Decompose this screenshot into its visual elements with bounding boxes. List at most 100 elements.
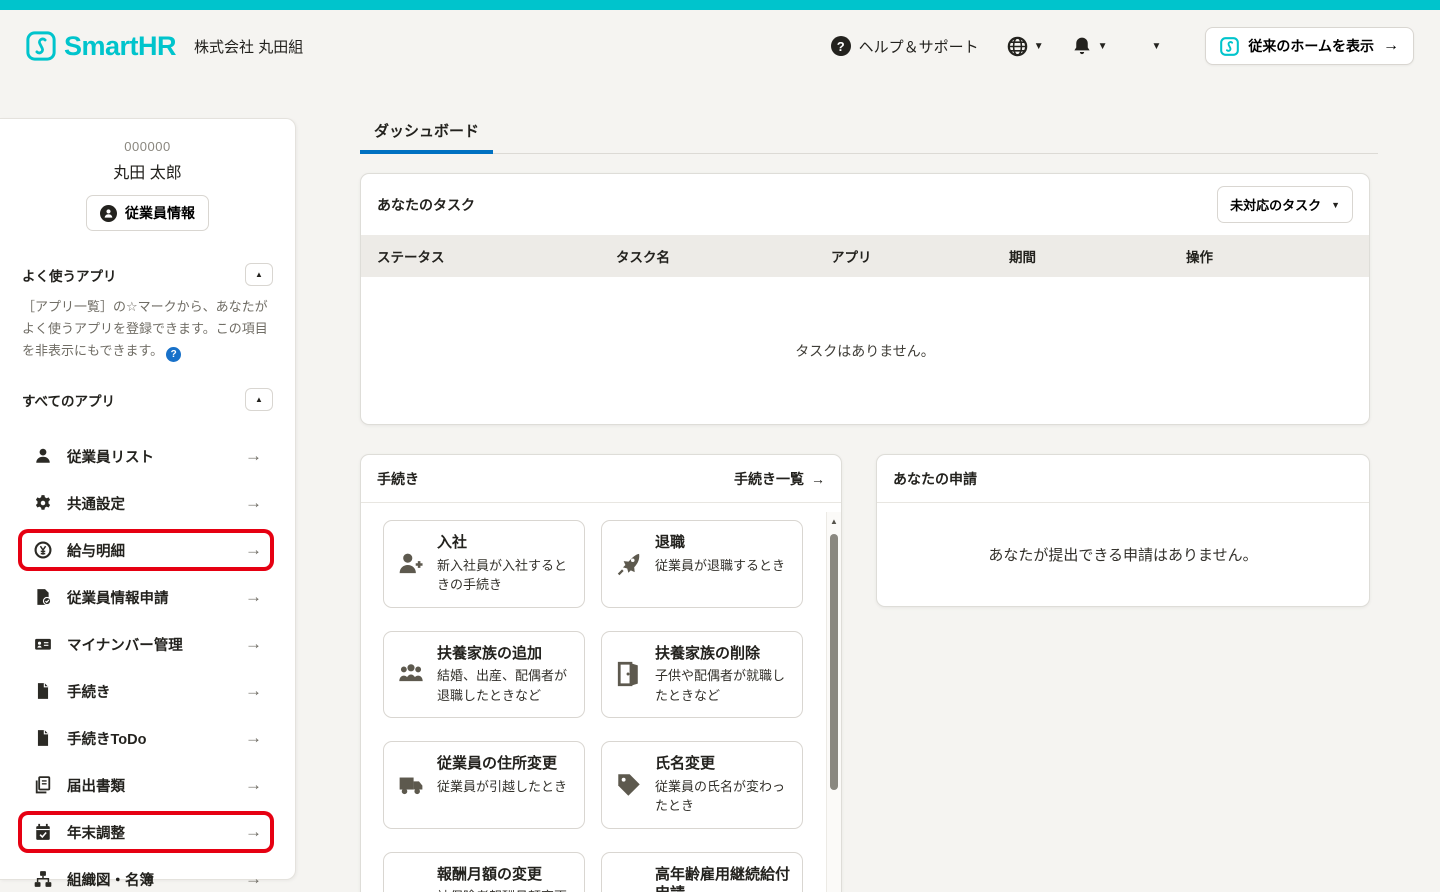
- procedure-card-joining[interactable]: 入社新入社員が入社するときの手続き: [383, 520, 585, 608]
- brand-top-stripe: [0, 0, 1440, 10]
- sidebar-item-employee-list[interactable]: 従業員リスト →: [22, 439, 270, 473]
- rocket-icon: [614, 533, 644, 595]
- procedure-card-description: 結婚、出産、配偶者が退職したときなど: [437, 666, 572, 705]
- sidebar-item-my-number[interactable]: マイナンバー管理→: [22, 627, 270, 661]
- sidebar-item-notification-documents[interactable]: 届出書類→: [22, 768, 270, 802]
- help-icon: ?: [831, 36, 851, 56]
- help-badge-icon[interactable]: ?: [166, 347, 181, 362]
- procedure-card-description: 新入社員が入社するときの手続き: [437, 556, 572, 595]
- sidebar-item-label: 従業員リスト: [67, 446, 154, 467]
- procedure-card-monthly-remuneration-change[interactable]: ¥報酬月額の変更被保険者報酬月額変更届を作成するとき: [383, 852, 585, 892]
- task-column-header: 操作: [1186, 246, 1213, 266]
- all-apps-title: すべてのアプリ: [22, 390, 115, 410]
- procedure-card-title: 高年齢雇用継続給付申請: [655, 865, 790, 892]
- procedure-card-description: 被保険者報酬月額変更届を作成するとき: [437, 887, 572, 892]
- sidebar-item-label: 従業員情報申請: [67, 587, 169, 608]
- procedure-card-name-change[interactable]: 氏名変更従業員の氏名が変わったとき: [601, 741, 803, 829]
- procedure-card-title: 入社: [437, 533, 572, 553]
- procedures-scrollbar[interactable]: ▲ ▼: [826, 512, 841, 892]
- smarthr-mini-logo-icon: [1220, 37, 1239, 56]
- notifications-button[interactable]: ▼: [1072, 36, 1108, 56]
- calendar-check-icon: [34, 823, 52, 841]
- sidebar-item-payslip[interactable]: 給与明細→: [22, 533, 270, 567]
- scrollbar-thumb[interactable]: [830, 534, 838, 790]
- person-add-icon: [396, 533, 426, 595]
- sidebar-item-procedures[interactable]: 手続き →: [22, 674, 270, 708]
- procedure-card-elderly-employment-benefit[interactable]: 60+高年齢雇用継続給付申請高年齢雇用継続給付を申請するとき: [601, 852, 803, 892]
- caret-up-icon: ▲: [255, 395, 263, 404]
- app-list: 従業員リスト→共通設定→給与明細→従業員情報申請→マイナンバー管理→手続き→手続…: [0, 439, 295, 892]
- arrow-right-icon: →: [245, 822, 262, 842]
- doc-60-icon: 60+: [614, 865, 644, 892]
- arrow-right-icon: →: [245, 446, 262, 466]
- arrow-right-icon: →: [245, 540, 262, 560]
- task-column-header: アプリ: [831, 246, 1009, 266]
- smarthr-logo[interactable]: SmartHR: [26, 31, 176, 62]
- requests-panel: あなたの申請 あなたが提出できる申請はありません。: [876, 454, 1370, 607]
- caret-up-icon: ▲: [255, 270, 263, 279]
- bell-icon: [1072, 36, 1092, 56]
- user-icon: [34, 447, 52, 465]
- procedures-title: 手続き: [377, 469, 419, 489]
- procedure-card-description: 従業員の氏名が変わったとき: [655, 777, 790, 816]
- all-apps-collapse-button[interactable]: ▲: [245, 388, 273, 411]
- task-column-header: ステータス: [377, 246, 616, 266]
- sidebar-item-common-settings[interactable]: 共通設定→: [22, 486, 270, 520]
- favorite-apps-title: よく使うアプリ: [22, 265, 117, 285]
- sidebar-item-org-chart[interactable]: 組織図・名簿 →: [22, 862, 270, 892]
- doc-request-icon: [34, 588, 52, 606]
- procedures-list-link[interactable]: 手続き一覧 →: [734, 469, 825, 489]
- document-icon: [34, 729, 52, 747]
- procedure-card-title: 氏名変更: [655, 754, 790, 774]
- help-support-link[interactable]: ? ヘルプ＆サポート: [831, 36, 979, 57]
- sidebar-item-label: 年末調整: [67, 822, 125, 843]
- scroll-up-arrow-icon[interactable]: ▲: [827, 517, 841, 526]
- document-icon: [34, 682, 52, 700]
- procedure-card-resignation[interactable]: 退職従業員が退職するとき: [601, 520, 803, 608]
- family-icon: [396, 644, 426, 706]
- yen-icon: ¥: [396, 865, 426, 892]
- arrow-right-icon: →: [811, 471, 825, 487]
- sidebar-item-label: 届出書類: [67, 775, 125, 796]
- favorite-apps-collapse-button[interactable]: ▲: [245, 263, 273, 286]
- requests-title: あなたの申請: [893, 471, 977, 487]
- sidebar-item-procedures-todo[interactable]: 手続きToDo→: [22, 721, 270, 755]
- language-menu-button[interactable]: ▼: [1007, 36, 1044, 57]
- procedures-panel: 手続き 手続き一覧 → 入社新入社員が入社するときの手続き退職従業員が退職すると…: [360, 454, 842, 892]
- procedure-card-remove-dependent[interactable]: 扶養家族の削除子供や配偶者が就職したときなど: [601, 631, 803, 719]
- caret-down-icon: ▼: [1098, 41, 1108, 52]
- sidebar-item-label: 手続き: [67, 681, 111, 702]
- main-content: ダッシュボード あなたのタスク 未対応のタスク ▼ ステータスタスク名アプリ期間…: [360, 118, 1378, 892]
- sidebar-item-employee-info-request[interactable]: 従業員情報申請→: [22, 580, 270, 614]
- app-header: SmartHR 株式会社 丸田組 ? ヘルプ＆サポート ▼ ▼ ▼: [0, 10, 1440, 82]
- legacy-home-button[interactable]: 従来のホームを表示 →: [1205, 27, 1414, 65]
- tab-dashboard[interactable]: ダッシュボード: [360, 118, 493, 154]
- arrow-right-icon: →: [245, 681, 262, 701]
- globe-icon: [1007, 36, 1028, 57]
- sidebar-item-label: 共通設定: [67, 493, 125, 514]
- arrow-right-icon: →: [1383, 37, 1399, 55]
- task-filter-dropdown[interactable]: 未対応のタスク ▼: [1217, 186, 1353, 223]
- caret-down-icon: ▼: [1152, 41, 1162, 52]
- tab-bar: ダッシュボード: [360, 118, 1378, 154]
- legacy-home-label: 従来のホームを表示: [1248, 36, 1374, 56]
- sidebar-item-label: 組織図・名簿: [67, 869, 154, 890]
- gear-icon: [34, 494, 52, 512]
- org-chart-icon: [34, 870, 52, 888]
- arrow-right-icon: →: [245, 634, 262, 654]
- procedure-card-title: 扶養家族の追加: [437, 644, 572, 664]
- procedure-card-description: 従業員が退職するとき: [655, 556, 785, 576]
- procedure-card-title: 従業員の住所変更: [437, 754, 567, 774]
- sidebar-item-year-end-adjustment[interactable]: 年末調整 →: [22, 815, 270, 849]
- sidebar-item-label: 手続きToDo: [67, 728, 146, 749]
- employee-info-button[interactable]: 従業員情報: [86, 195, 209, 231]
- employee-code: 000000: [0, 139, 295, 154]
- procedure-card-description: 従業員が引越したとき: [437, 777, 567, 797]
- id-card-icon: [34, 635, 52, 653]
- procedure-card-add-dependent[interactable]: 扶養家族の追加結婚、出産、配偶者が退職したときなど: [383, 631, 585, 719]
- employee-name: 丸田 太郎: [0, 159, 295, 183]
- arrow-right-icon: →: [245, 869, 262, 889]
- account-menu-button[interactable]: ▼: [1152, 41, 1162, 52]
- procedure-card-address-change[interactable]: 従業員の住所変更従業員が引越したとき: [383, 741, 585, 829]
- tag-icon: [614, 754, 644, 816]
